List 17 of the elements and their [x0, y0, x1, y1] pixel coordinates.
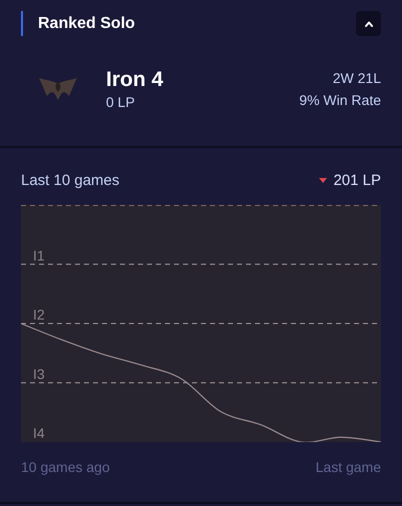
- league-points: 0 LP: [106, 94, 136, 110]
- caret-icon: [364, 20, 374, 28]
- recent-games-title: Last 10 games: [21, 172, 120, 188]
- end-label: Last game: [316, 459, 381, 475]
- win-loss-record: 2W 21L: [332, 70, 381, 86]
- collapse-button[interactable]: [356, 11, 381, 36]
- tier-title: Iron 4: [106, 68, 164, 92]
- tier-label: I3: [33, 366, 45, 382]
- start-label: 10 games ago: [21, 459, 110, 475]
- tier-label: I4: [33, 425, 45, 441]
- section-title: Ranked Solo: [38, 14, 136, 32]
- win-rate: 9% Win Rate: [299, 92, 381, 108]
- wings-emblem-icon: [38, 76, 78, 102]
- tier-label: I2: [33, 306, 45, 322]
- accent-bar: [21, 11, 23, 36]
- tier-label: I1: [33, 247, 45, 264]
- lp-change: 201 LP: [333, 172, 381, 188]
